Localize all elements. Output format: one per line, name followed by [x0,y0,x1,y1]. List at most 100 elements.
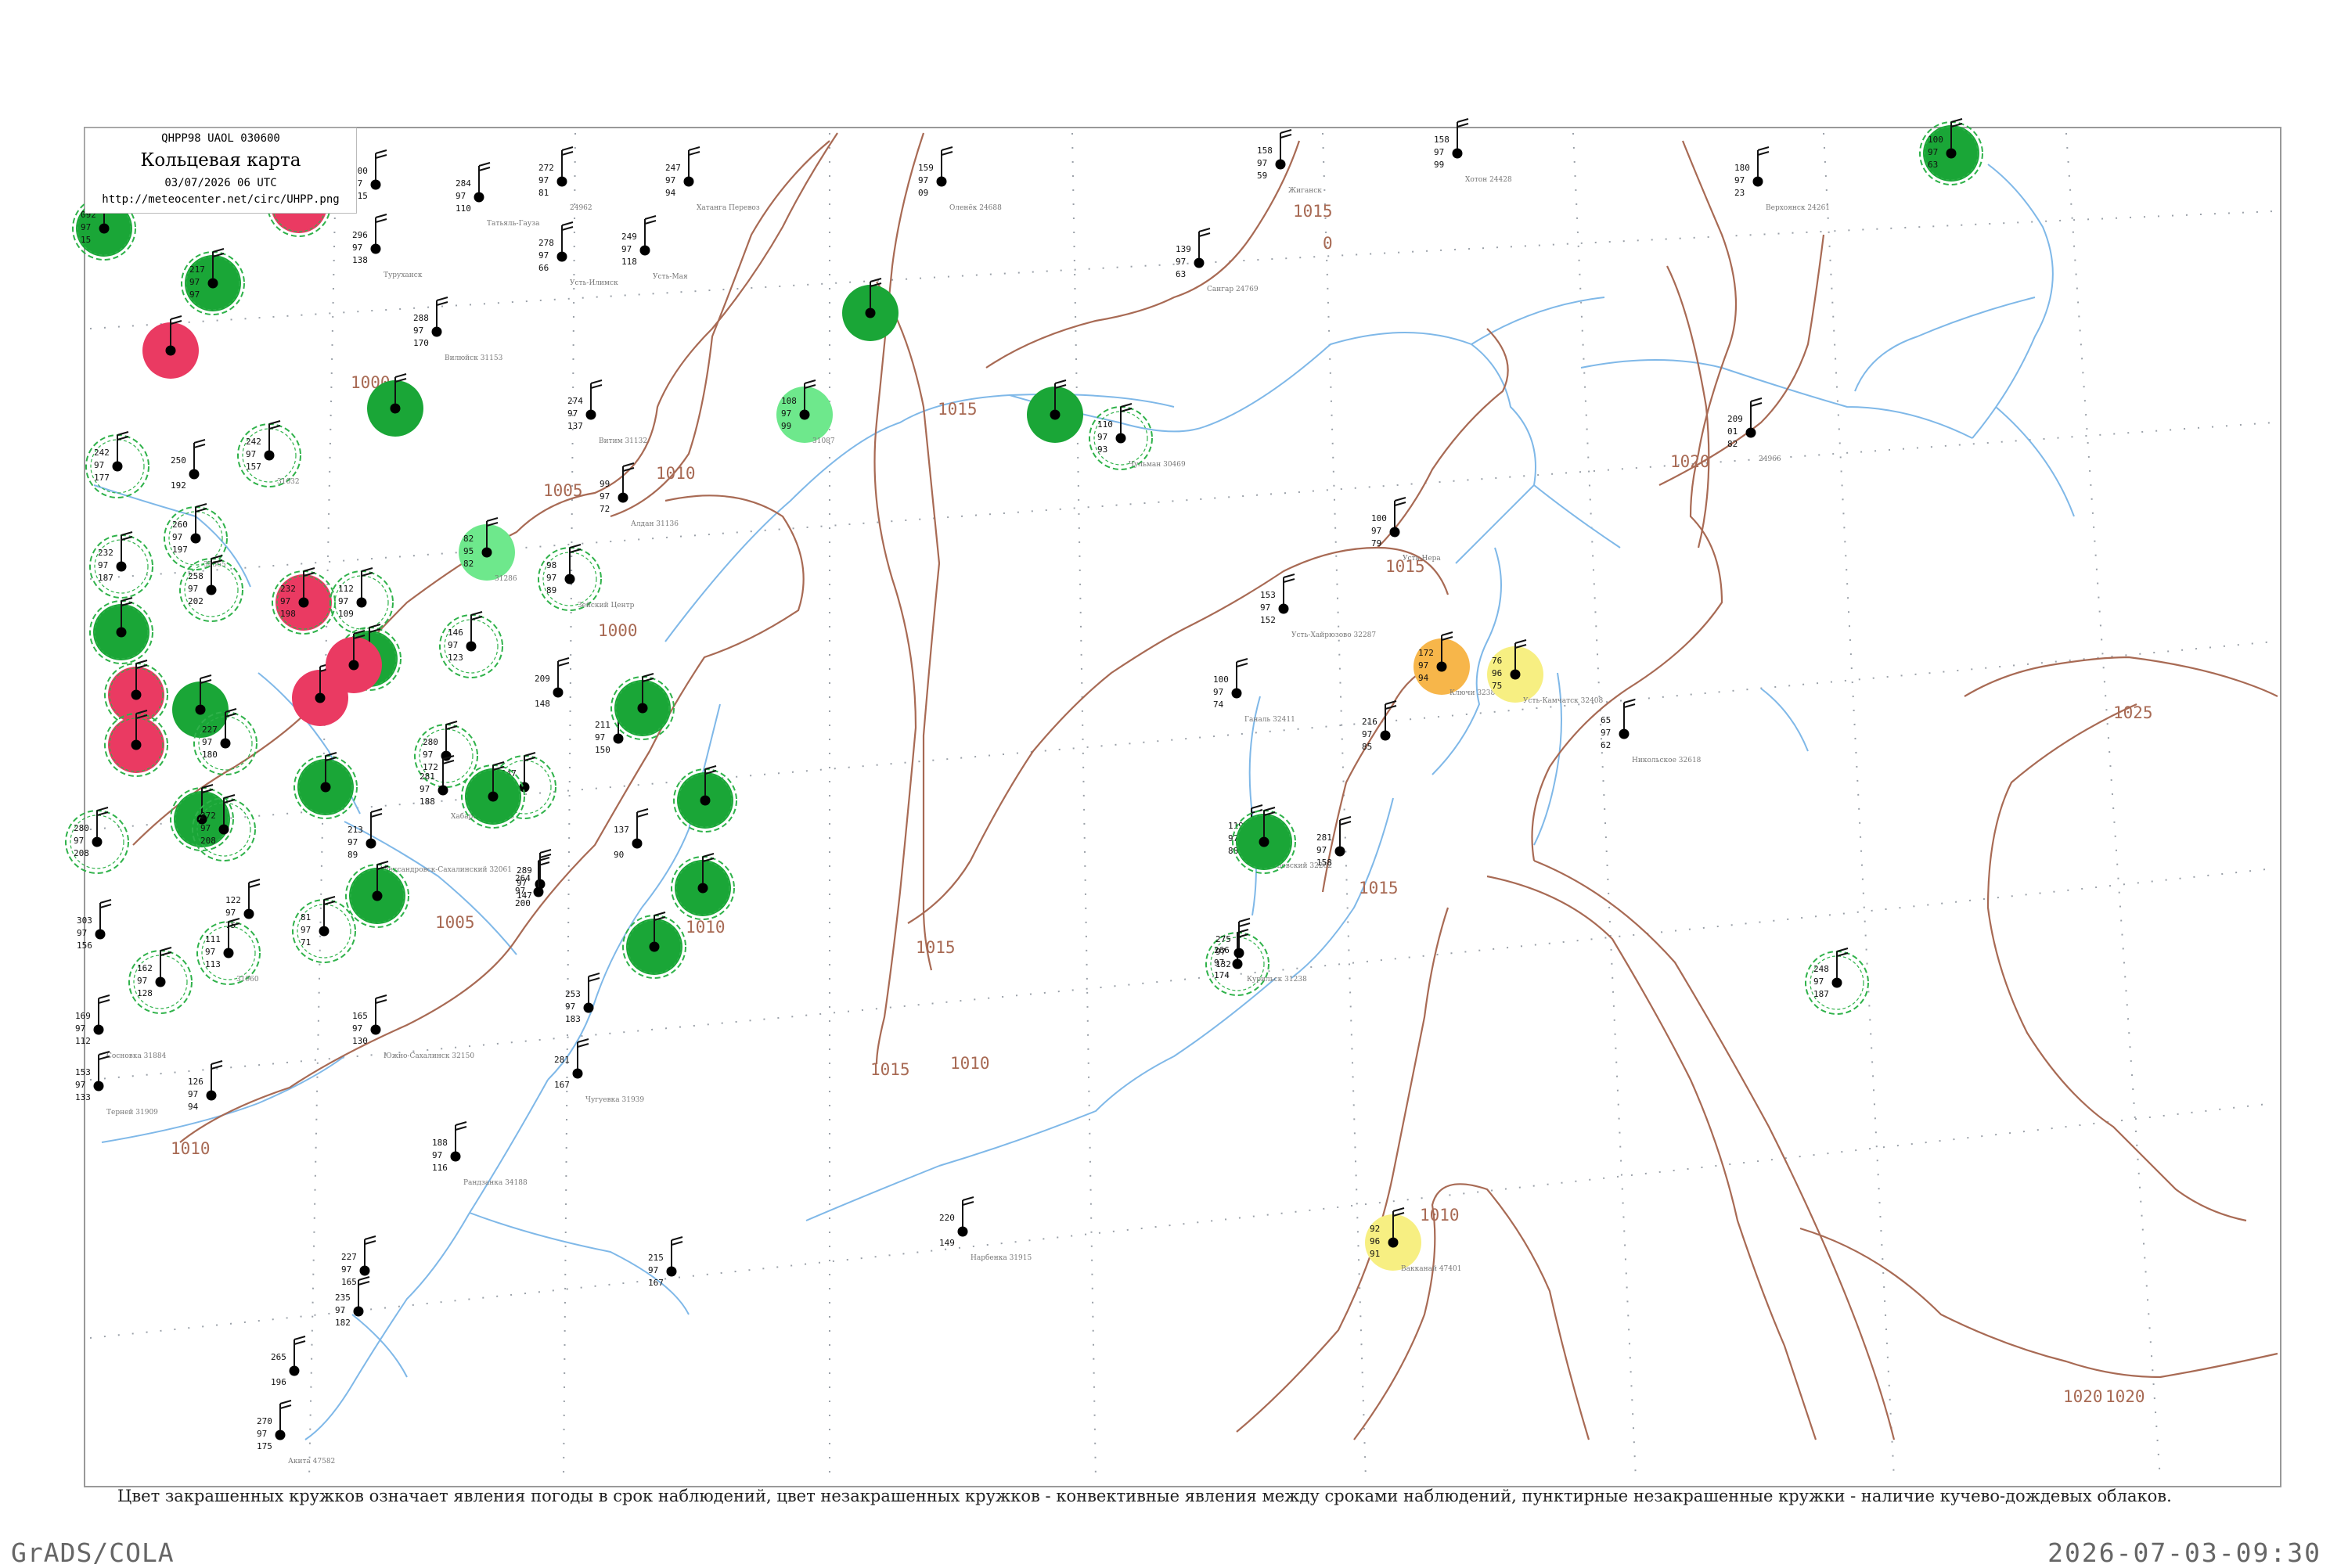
station-id: Вакканай 47401 [1401,1265,1461,1273]
station-marker[interactable]: 108 97 99 31087 [776,379,835,445]
station-temperature: 227 [202,725,218,735]
station-marker[interactable]: 137 90 [614,808,649,860]
station-marker[interactable] [671,853,735,920]
station-marker[interactable]: 258 97 202 [179,555,243,622]
station-temperature: 213 [348,825,363,835]
station-dewpoint: 74 [1213,699,1224,710]
cloud-cover-symbol [1334,846,1345,857]
wind-barb [279,1400,292,1430]
station-marker[interactable]: 272 97 81 24962 [538,146,592,212]
station-marker[interactable]: 274 97 137 Витим 31132 [567,379,647,445]
station-marker[interactable]: 215 97 167 [648,1236,683,1288]
station-marker[interactable] [673,765,737,833]
cloud-cover-symbol [1115,433,1126,444]
station-marker[interactable]: 100 97 63 [1919,118,1983,185]
station-marker[interactable]: 139 97 63 Сангар 24769 [1176,228,1259,293]
station-marker[interactable]: 158 97 59 Жиганск [1257,129,1322,195]
station-marker[interactable] [89,597,153,664]
station-marker[interactable]: 278 97 66 Усть-Илимск [538,221,618,287]
station-dewpoint: 198 [280,609,296,619]
station-visibility: 97 [280,596,290,606]
station-marker[interactable]: 303 97 156 [77,899,112,951]
station-marker[interactable]: 81 97 71 [292,896,356,963]
station-marker[interactable]: 180 97 23 Верхоянск 24261 [1734,146,1830,212]
station-marker[interactable]: 248 97 187 [1805,948,1869,1015]
cloud-cover-symbol [583,1002,594,1013]
station-marker[interactable]: 217 97 97 [181,248,245,315]
source-url[interactable]: http://meteocenter.net/circ/UHPP.png [85,193,356,206]
station-marker[interactable]: 232 97 198 [272,567,336,635]
station-marker[interactable]: 265 196 [271,1336,306,1387]
cloud-cover-symbol [649,941,660,952]
station-marker[interactable]: 250 192 [171,439,206,491]
station-marker[interactable]: 169 97 112 Сосновка 31884 [75,994,167,1060]
station-marker[interactable]: 284 97 110 Татьяль-Гауза [456,162,540,228]
station-temperature: 232 [98,548,113,558]
station-marker[interactable]: 1229775 [225,879,261,930]
station-marker[interactable]: 249 97 118 Усть-Мая [621,215,688,281]
station-dewpoint: 152 [1260,615,1276,625]
wind-barb [636,808,649,839]
cloud-cover-symbol [131,689,142,700]
station-visibility: 97 [1257,158,1267,168]
station-marker[interactable]: 209 148 [535,657,570,709]
station-marker[interactable]: 280 97 208 [65,807,129,874]
station-dewpoint: 59 [1257,171,1267,181]
station-marker[interactable]: 247 97 94 Хатанга Перевоз [665,146,760,212]
station-marker[interactable]: 30097115 [352,149,387,201]
station-dewpoint: 165 [341,1277,357,1287]
station-visibility: 97 [1215,947,1226,957]
station-marker[interactable]: 98 97 89 Зейский Центр [538,544,635,611]
station-marker[interactable] [1027,379,1083,443]
cloud-cover-symbol [315,692,326,703]
station-marker[interactable]: 146 97 123 [439,611,503,678]
station-dewpoint: 72 [600,504,610,514]
station-marker[interactable]: 242 97 177 [85,431,149,498]
station-temperature: 258 [188,571,203,581]
station-marker[interactable] [172,674,229,738]
station-marker[interactable]: 242 97 157 31032 [237,420,301,487]
station-marker[interactable]: 110 97 93 Чульман 30469 [1089,403,1186,470]
station-marker[interactable]: 270 97 175 Акита 47582 [257,1400,335,1466]
station-marker[interactable]: 76 96 75 Усть-Камчатск 32408 [1487,639,1604,705]
station-marker[interactable]: 112 97 109 [330,567,394,635]
station-marker[interactable] [142,315,199,379]
station-temperature: 242 [94,448,110,458]
station-marker[interactable]: 232 97 187 [89,531,153,599]
station-marker[interactable]: 220 149 Нарбенка 31915 [939,1196,1032,1262]
station-marker[interactable]: 159 97 09 Оленёк 24688 [918,146,1002,212]
station-marker[interactable]: 296 97 138 Туруханск [352,214,423,279]
station-visibility: 97 [94,460,104,470]
station-marker[interactable]: 288 97 170 Вилюйск 31153 [413,297,503,362]
station-marker[interactable]: 253 97 183 [565,973,600,1024]
station-marker[interactable]: 100 97 74 Ганаль 32411 [1213,658,1295,724]
station-marker[interactable] [104,710,168,777]
station-marker[interactable] [610,673,675,740]
station-temperature: 108 [781,396,797,406]
cloud-cover-symbol [572,1068,583,1079]
station-marker[interactable]: 188 97 116 Рандзанка 34188 [432,1121,528,1187]
cloud-cover-symbol [1619,728,1630,739]
station-marker[interactable]: 281 97 158 [1316,816,1352,868]
cloud-cover-symbol [99,223,110,234]
station-dewpoint: 82 [1727,439,1738,449]
station-dewpoint: 123 [448,653,463,663]
station-visibility: 97 [567,408,578,419]
station-temperature: 100 [1213,674,1229,685]
station-dewpoint: 94 [665,188,676,198]
station-temperature: 158 [1257,146,1273,156]
station-marker[interactable]: 162 97 128 [128,947,193,1014]
station-marker[interactable]: 65 97 62 Никольское 32618 [1601,699,1702,764]
station-marker[interactable]: 158 97 99 Хотон 24428 [1434,118,1512,184]
station-marker[interactable]: 165 97 130 Южно-Сахалинск 32150 [352,994,474,1060]
station-marker[interactable]: 153 97 152 Усть-Хайрюзово 32287 [1260,574,1376,639]
station-marker[interactable]: 82 95 82 31286 [459,517,517,583]
station-visibility: 97 [338,596,348,606]
cloud-cover-symbol [613,733,624,744]
station-visibility: 97 [225,908,236,918]
station-marker[interactable]: 153 97 133 Терней 31909 [75,1051,158,1117]
station-marker[interactable] [294,752,358,819]
station-id: Ганаль 32411 [1244,716,1295,724]
station-marker[interactable]: 100 97 79 Усть-Нера [1371,497,1441,563]
station-marker[interactable]: 111 97 113 31960 [196,918,261,985]
